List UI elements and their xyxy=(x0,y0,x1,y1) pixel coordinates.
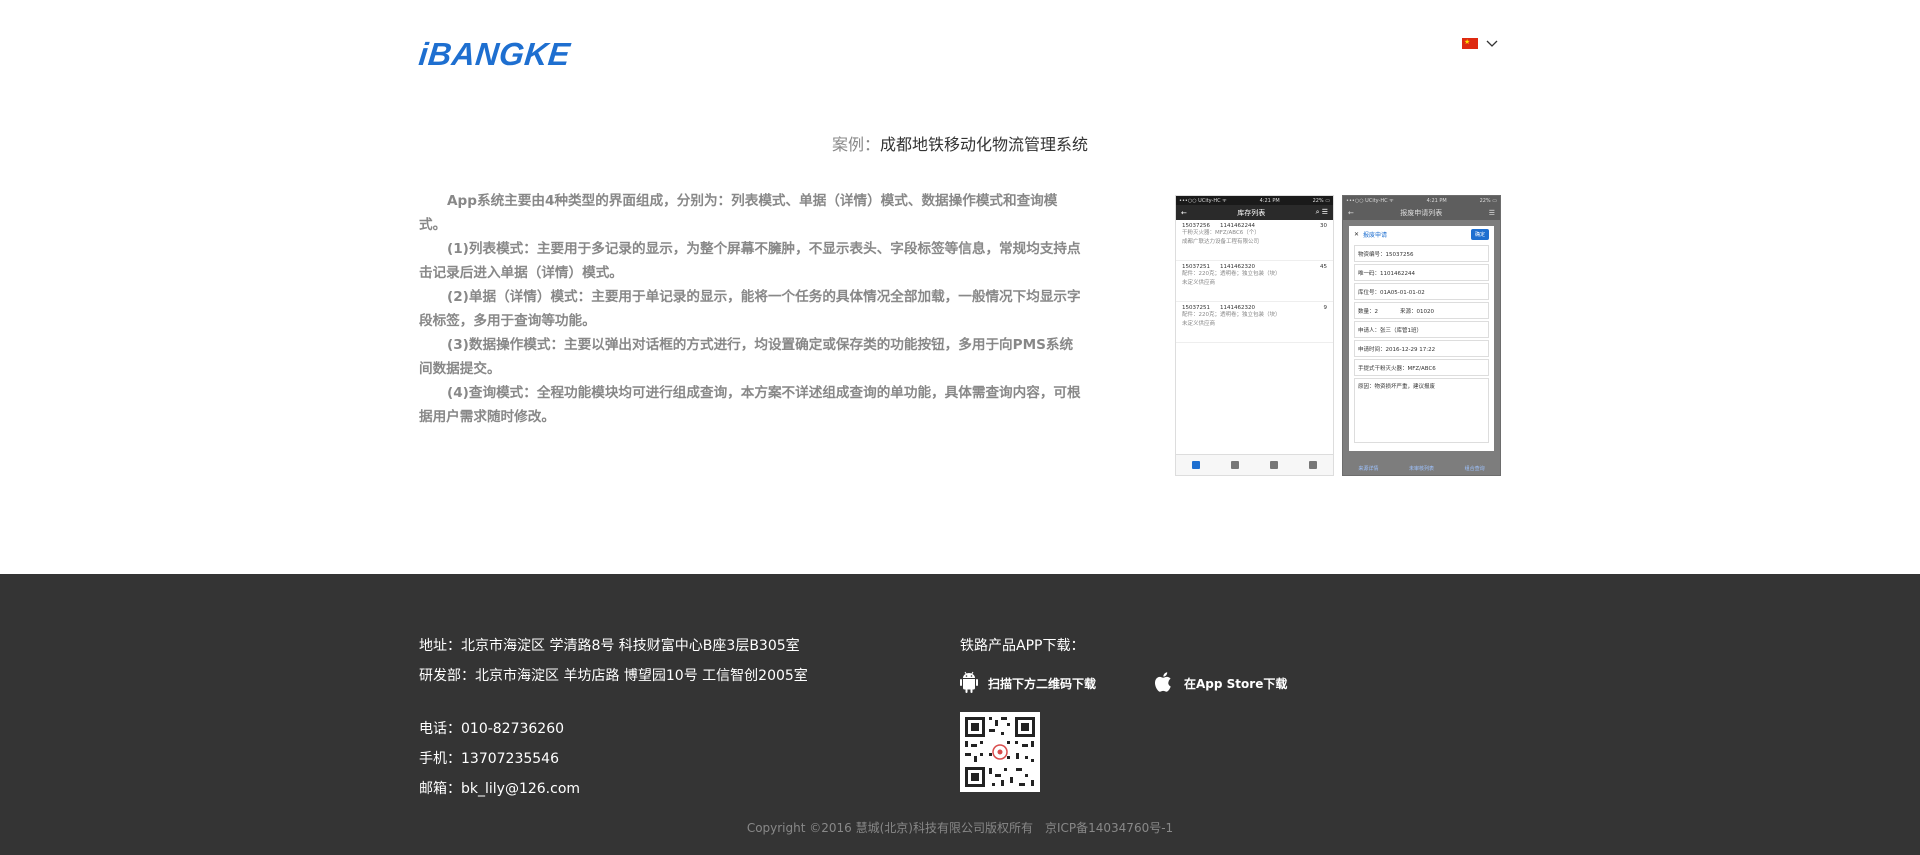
warehouse-icon xyxy=(1270,461,1279,469)
language-selector[interactable] xyxy=(1462,36,1498,49)
android-download-label: 扫描下方二维码下载 xyxy=(988,677,1097,691)
ios-download-label: 在App Store下载 xyxy=(1184,677,1288,691)
item-qty: 45 xyxy=(1320,264,1327,270)
case-title: 案例：成都地铁移动化物流管理系统 xyxy=(0,131,1920,155)
phone-screenshot-inventory-list: •••○○ UCity-HC ᯤ 4:21 PM 22% ▭ ← 库存列表 ⌕ … xyxy=(1175,195,1334,476)
cart-icon xyxy=(1230,461,1239,469)
desc-paragraph: App系统主要由4种类型的界面组成，分别为：列表模式、单据（详情）模式、数据操作… xyxy=(419,193,1058,233)
form-field: 数量：2 来源：01020 xyxy=(1354,302,1489,319)
back-arrow-icon: ← xyxy=(1348,208,1354,217)
search-icon: ⌕ ☰ xyxy=(1315,208,1328,216)
confirm-button: 确定 xyxy=(1470,229,1489,240)
desc-paragraph: (4)查询模式：全程功能模块均可进行组成查询，本方案不详述组成查询的单功能，具体… xyxy=(419,385,1081,425)
status-time: 4:21 PM xyxy=(1259,197,1280,204)
brand-logo[interactable]: iBANGKE xyxy=(417,36,572,73)
contact-info: 地址：北京市海淀区 学清路8号 科技财富中心B座3层B305室 研发部：北京市海… xyxy=(419,631,808,804)
form-field: 申请时间：2016-12-29 17:22 xyxy=(1354,340,1489,357)
form-field: 唯一码：1101462244 xyxy=(1354,264,1489,281)
email-text: 邮箱：bk_lily@126.com xyxy=(419,781,581,797)
desc-paragraph: (3)数据操作模式：主要以弹出对话框的方式进行，均设置确定或保存类的功能按钮，多… xyxy=(419,337,1074,377)
battery-text: 22% ▭ xyxy=(1479,197,1497,204)
phone-text: 电话：010-82736260 xyxy=(419,721,565,737)
item-spec: 配件：220克；透明卷；独立包装（块） xyxy=(1182,271,1281,277)
battery-text: 22% ▭ xyxy=(1312,197,1330,204)
list-item: 15037251 1141462320 9 配件：220克；透明卷；独立包装（块） … xyxy=(1176,302,1333,343)
phone-screenshot-scrap-request: •••○○ UCity-HC ᯤ 4:21 PM 22% ▭ ← 报废申请列表 … xyxy=(1342,195,1501,476)
item-supplier: 未定义供应商 xyxy=(1182,280,1216,286)
chevron-down-icon xyxy=(1486,40,1498,48)
rd-address-text: 研发部：北京市海淀区 羊坊店路 博望园10号 工信智创2005室 xyxy=(419,668,808,684)
item-spec: 配件：220克；透明卷；独立包装（块） xyxy=(1182,312,1281,318)
download-title: 铁路产品APP下载： xyxy=(960,638,1085,654)
reason-field: 原因：物资损坏严重，建议报废 xyxy=(1354,378,1489,443)
item-spec: 干粉灭火器：MFZ/ABC6（个） xyxy=(1182,230,1260,236)
case-name: 成都地铁移动化物流管理系统 xyxy=(880,135,1089,154)
bottom-link: 来源详情 xyxy=(1358,466,1379,472)
inbound-icon xyxy=(1191,461,1200,469)
qr-code-icon xyxy=(960,712,1040,792)
phone-nav-bar: ← 库存列表 ⌕ ☰ xyxy=(1176,205,1333,220)
nav-title: 库存列表 xyxy=(1237,208,1266,217)
case-description: App系统主要由4种类型的界面组成，分别为：列表模式、单据（详情）模式、数据操作… xyxy=(419,189,1083,429)
item-qty: 9 xyxy=(1323,305,1328,311)
phone-status-bar: •••○○ UCity-HC ᯤ 4:21 PM 22% ▭ xyxy=(1343,196,1500,205)
form-field: 库位号：01A05-01-01-02 xyxy=(1354,283,1489,300)
china-flag-icon xyxy=(1462,36,1478,49)
address-text: 地址：北京市海淀区 学清路8号 科技财富中心B座3层B305室 xyxy=(419,638,800,654)
copyright-text: Copyright ©2016 慧城(北京)科技有限公司版权所有 京ICP备14… xyxy=(746,821,1174,835)
android-icon xyxy=(960,671,978,696)
form-field: 物资编号：15037256 xyxy=(1354,245,1489,262)
nav-title: 报废申请列表 xyxy=(1400,208,1443,217)
back-arrow-icon: ← xyxy=(1181,208,1187,217)
list-item: 15037251 1141462320 45 配件：220克；透明卷；独立包装（块）… xyxy=(1176,261,1333,302)
android-download-link[interactable]: 扫描下方二维码下载 xyxy=(960,671,1096,696)
item-qty: 30 xyxy=(1320,223,1327,229)
desc-paragraph: (2)单据（详情）模式：主要用于单记录的显示，能将一个任务的具体情况全部加载，一… xyxy=(419,289,1081,329)
phone-tab-bar xyxy=(1176,454,1333,475)
item-supplier: 成都广联达力设备工程有限公司 xyxy=(1182,239,1260,245)
site-footer: 地址：北京市海淀区 学清路8号 科技财富中心B座3层B305室 研发部：北京市海… xyxy=(0,574,1920,855)
carrier-text: •••○○ UCity-HC ᯤ xyxy=(1179,197,1227,204)
phone-nav-bar: ← 报废申请列表 ☰ xyxy=(1343,205,1500,220)
bottom-link: 未审核列表 xyxy=(1408,466,1434,472)
list-item: 15037256 1141462244 30 干粉灭火器：MFZ/ABC6（个） 成… xyxy=(1176,220,1333,261)
apple-icon xyxy=(1154,671,1174,696)
download-options: 扫描下方二维码下载 在App Store下载 xyxy=(960,671,1287,696)
form-field: 申请人：张三（库管1班） xyxy=(1354,321,1489,338)
qr-code xyxy=(960,712,1040,792)
bottom-link: 组合查询 xyxy=(1464,466,1485,472)
menu-icon: ☰ xyxy=(1488,208,1495,217)
mobile-text: 手机：13707235546 xyxy=(419,751,559,767)
status-time: 4:21 PM xyxy=(1426,197,1447,204)
form-field: 手提式干粉灭火器：MFZ/ABC6 xyxy=(1354,359,1489,376)
carrier-text: •••○○ UCity-HC ᯤ xyxy=(1346,197,1394,204)
dialog-header: ✕ 报废申请 确定 xyxy=(1349,226,1494,243)
case-prefix: 案例： xyxy=(831,135,880,154)
app-download: 铁路产品APP下载： 扫描下方二维码下载 在App Store下载 xyxy=(960,631,1287,792)
dialog-title: 报废申请 xyxy=(1363,232,1388,239)
box-icon xyxy=(1309,461,1318,469)
desc-paragraph: (1)列表模式：主要用于多记录的显示，为整个屏幕不臃肿，不显示表头、字段标签等信… xyxy=(419,241,1081,281)
phone-status-bar: •••○○ UCity-HC ᯤ 4:21 PM 22% ▭ xyxy=(1176,196,1333,205)
phone-bottom-links: 来源详情 未审核列表 组合查询 xyxy=(1343,465,1500,472)
ios-download-link[interactable]: 在App Store下载 xyxy=(1154,671,1287,696)
item-supplier: 未定义供应商 xyxy=(1182,321,1216,327)
scrap-request-dialog: ✕ 报废申请 确定 物资编号：15037256 唯一码：1101462244 库… xyxy=(1349,226,1494,451)
close-icon: ✕ xyxy=(1354,231,1360,238)
